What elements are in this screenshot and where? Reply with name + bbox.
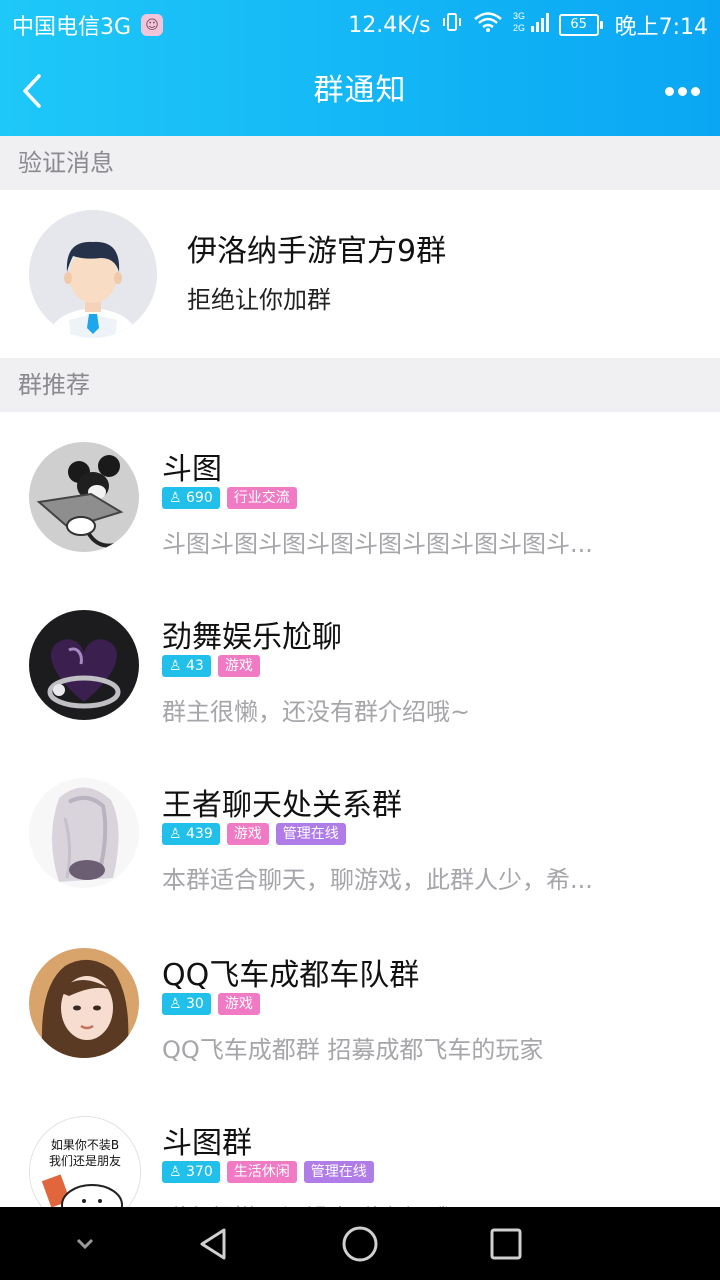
svg-text:2G: 2G xyxy=(513,23,525,33)
group-item[interactable]: 王者聊天处关系群 ♙ 439 游戏 管理在线 本群适合聊天，聊游戏，此群人少，希… xyxy=(0,748,720,916)
group-description: 本群适合聊天，聊游戏，此群人少，希... xyxy=(162,866,593,894)
member-count: 690 xyxy=(186,490,213,506)
category-tag: 生活休闲 xyxy=(226,1161,297,1183)
hide-keyboard-button[interactable] xyxy=(60,1207,110,1280)
system-home-button[interactable] xyxy=(335,1207,385,1280)
person-icon: ♙ xyxy=(169,658,182,674)
admin-online-tag: 管理在线 xyxy=(275,823,346,845)
member-count-badge: ♙ 690 xyxy=(162,487,220,509)
group-avatar xyxy=(29,778,139,888)
more-dots-icon xyxy=(664,86,674,96)
group-name: 劲舞娱乐尬聊 xyxy=(162,620,342,655)
person-icon: ♙ xyxy=(169,490,182,506)
system-back-button[interactable] xyxy=(188,1207,238,1280)
group-item[interactable]: QQ飞车成都车队群 ♙ 30 游戏 QQ飞车成都群 招募成都飞车的玩家 xyxy=(0,918,720,1086)
member-count: 43 xyxy=(186,658,204,674)
wifi-icon xyxy=(473,11,503,39)
section-header-verify: 验证消息 xyxy=(0,136,720,190)
top-bar: 中国电信3G ☺ 12.4K/s 3G 2G 65 晚上7:14 群通知 xyxy=(0,0,720,136)
verify-message-item[interactable]: 伊洛纳手游官方9群 拒绝让你加群 xyxy=(0,190,720,358)
app-notification-icon: ☺ xyxy=(141,14,164,36)
avatar-text-line2: 我们还是朋友 xyxy=(49,1153,121,1168)
network-speed: 12.4K/s xyxy=(348,12,431,38)
group-tags: ♙ 30 游戏 xyxy=(162,993,260,1015)
recents-square-icon xyxy=(490,1228,522,1259)
group-description: QQ飞车成都群 招募成都飞车的玩家 xyxy=(162,1036,544,1064)
person-icon: ♙ xyxy=(169,996,182,1012)
group-description: 群主很懒，还没有群介绍哦~ xyxy=(162,698,471,726)
system-navigation-bar xyxy=(0,1207,720,1280)
system-recents-button[interactable] xyxy=(481,1207,531,1280)
clock: 晚上7:14 xyxy=(614,15,708,40)
member-count-badge: ♙ 43 xyxy=(162,655,211,677)
person-icon: ♙ xyxy=(169,1164,182,1180)
svg-text:3G: 3G xyxy=(513,11,525,21)
group-avatar xyxy=(29,442,139,552)
signal-icon: 3G 2G xyxy=(513,10,549,40)
status-bar: 中国电信3G ☺ 12.4K/s 3G 2G 65 晚上7:14 xyxy=(0,0,720,46)
group-avatar xyxy=(29,948,139,1058)
person-icon: ♙ xyxy=(169,826,182,842)
avatar-text-line1: 如果你不装B xyxy=(51,1137,119,1152)
more-button[interactable] xyxy=(658,70,706,112)
page-title: 群通知 xyxy=(313,73,407,108)
group-item[interactable]: 斗图 ♙ 690 行业交流 斗图斗图斗图斗图斗图斗图斗图斗图斗... xyxy=(0,412,720,580)
chevron-down-icon xyxy=(76,1238,94,1249)
member-count: 439 xyxy=(186,826,213,842)
group-tags: ♙ 43 游戏 xyxy=(162,655,260,677)
group-name: 王者聊天处关系群 xyxy=(162,788,402,823)
member-count-badge: ♙ 30 xyxy=(162,993,211,1015)
back-triangle-icon xyxy=(200,1228,226,1259)
category-tag: 游戏 xyxy=(217,993,260,1015)
nav-bar: 群通知 xyxy=(0,46,720,136)
battery-icon: 65 xyxy=(558,14,603,36)
carrier-label: 中国电信3G xyxy=(12,15,132,40)
group-description: 斗图斗图斗图斗图斗图斗图斗图斗图斗... xyxy=(162,530,593,558)
member-count: 370 xyxy=(186,1164,213,1180)
group-name: 斗图 xyxy=(162,452,222,487)
default-user-avatar xyxy=(29,210,157,338)
more-dot xyxy=(690,86,700,96)
member-count-badge: ♙ 439 xyxy=(162,823,220,845)
verify-status-text: 拒绝让你加群 xyxy=(187,286,331,314)
group-name: QQ飞车成都车队群 xyxy=(162,958,420,993)
group-avatar xyxy=(29,610,139,720)
category-tag: 行业交流 xyxy=(226,487,297,509)
group-name: 斗图群 xyxy=(162,1126,252,1161)
home-circle-icon xyxy=(342,1226,378,1261)
group-tags: ♙ 690 行业交流 xyxy=(162,487,297,509)
vibrate-icon xyxy=(441,11,463,39)
group-tags: ♙ 370 生活休闲 管理在线 xyxy=(162,1161,374,1183)
admin-online-tag: 管理在线 xyxy=(303,1161,374,1183)
verify-group-name: 伊洛纳手游官方9群 xyxy=(187,234,447,269)
group-tags: ♙ 439 游戏 管理在线 xyxy=(162,823,346,845)
group-item[interactable]: 劲舞娱乐尬聊 ♙ 43 游戏 群主很懒，还没有群介绍哦~ xyxy=(0,580,720,748)
member-count: 30 xyxy=(186,996,204,1012)
section-header-recommend: 群推荐 xyxy=(0,358,720,412)
category-tag: 游戏 xyxy=(226,823,269,845)
member-count-badge: ♙ 370 xyxy=(162,1161,220,1183)
more-dot xyxy=(677,86,687,96)
category-tag: 游戏 xyxy=(217,655,260,677)
